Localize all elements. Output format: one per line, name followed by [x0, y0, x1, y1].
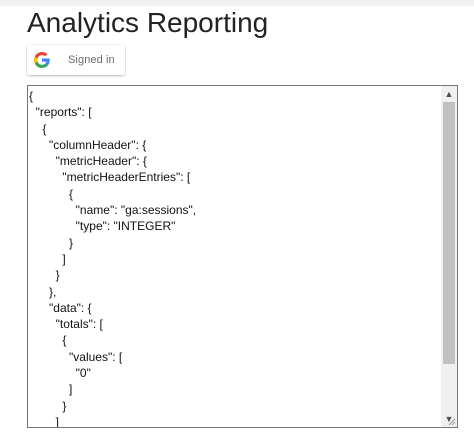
code-line: {: [29, 89, 34, 103]
code-line: ]: [29, 382, 73, 397]
code-line: {: [29, 121, 47, 136]
code-line: },: [29, 284, 57, 299]
code-line: "0": [29, 366, 91, 381]
report-output-textarea[interactable]: { "reports": [ { "columnHeader": { "metr…: [27, 85, 458, 428]
code-line: "values": [: [29, 349, 123, 364]
code-line: "name": "ga:sessions",: [29, 203, 197, 218]
code-line: "columnHeader": {: [29, 137, 147, 152]
scroll-up-arrow-icon[interactable]: ▲: [441, 86, 457, 102]
resize-grip-icon[interactable]: [446, 416, 456, 426]
signin-label: Signed in: [68, 54, 115, 66]
code-line: "reports": [: [29, 105, 92, 120]
code-line: ]: [29, 414, 60, 427]
google-signin-button[interactable]: Signed in: [27, 45, 125, 75]
vertical-scrollbar[interactable]: ▲ ▼: [441, 86, 457, 427]
code-line: "metricHeader": {: [29, 154, 147, 169]
code-line: {: [29, 186, 74, 201]
page: Analytics Reporting Signed in { "reports…: [0, 0, 474, 445]
code-line: "metricHeaderEntries": [: [29, 170, 191, 185]
code-line: "data": {: [29, 300, 92, 315]
code-line: ]: [29, 251, 66, 266]
code-line: }: [29, 235, 74, 250]
code-line: "totals": [: [29, 317, 103, 332]
report-json-text[interactable]: { "reports": [ { "columnHeader": { "metr…: [28, 88, 441, 427]
code-line: "type": "INTEGER": [29, 219, 176, 234]
code-line: }: [29, 268, 60, 283]
code-line: }: [29, 398, 67, 413]
google-g-icon: [34, 52, 50, 68]
scrollbar-thumb[interactable]: [443, 102, 455, 364]
page-title: Analytics Reporting: [27, 7, 269, 38]
code-line: {: [29, 333, 67, 348]
